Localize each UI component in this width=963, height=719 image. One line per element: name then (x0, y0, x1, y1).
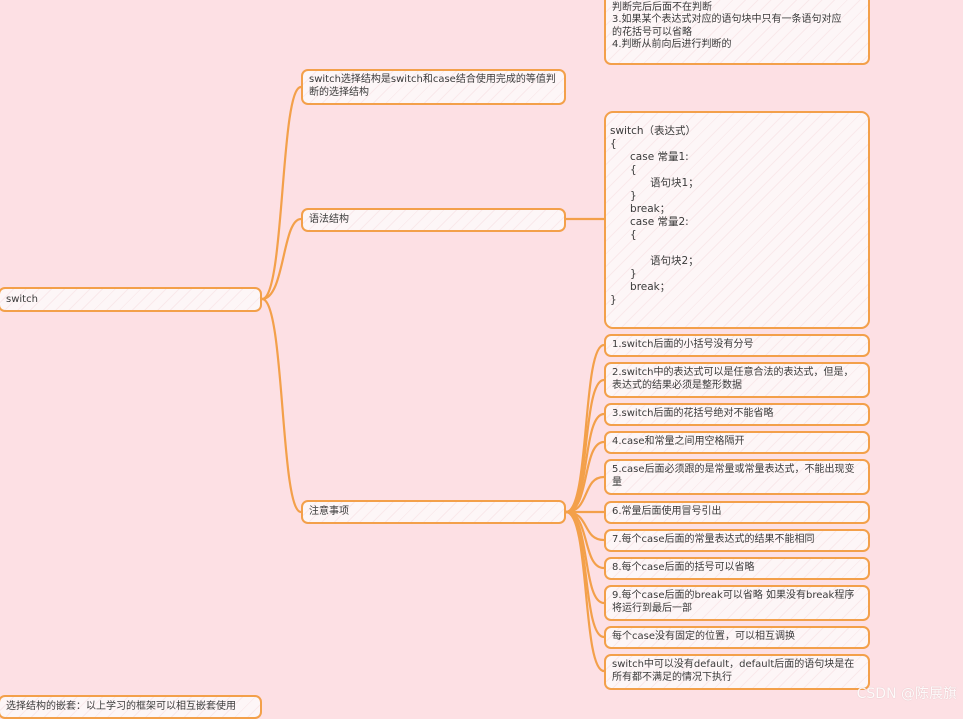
note-item[interactable]: 6.常量后面使用冒号引出 (604, 501, 870, 524)
syntax-code-node[interactable]: switch（表达式） { case 常量1: { 语句块1； } break；… (604, 111, 870, 329)
note-item[interactable]: 3.switch后面的花括号绝对不能省略 (604, 403, 870, 426)
note-item[interactable]: 8.每个case后面的括号可以省略 (604, 557, 870, 580)
top-partial-node[interactable]: 后面就不在判断，如果前面的不满足则判断下一个， 判断完后后面不在判断 3.如果某… (604, 0, 870, 65)
link-note-7 (564, 510, 606, 542)
branch-notes[interactable]: 注意事项 (301, 500, 566, 524)
branch-syntax[interactable]: 语法结构 (301, 208, 566, 232)
link-note-2 (564, 378, 606, 514)
bottom-node-nesting[interactable]: 选择结构的嵌套：以上学习的框架可以相互嵌套使用 (0, 695, 262, 719)
link-note-8 (564, 510, 606, 570)
link-note-11 (564, 510, 606, 673)
note-item[interactable]: 7.每个case后面的常量表达式的结果不能相同 (604, 529, 870, 552)
note-item[interactable]: switch中可以没有default，default后面的语句块是在所有都不满足… (604, 654, 870, 690)
link-note-1 (564, 343, 606, 514)
branch-definition[interactable]: switch选择结构是switch和case结合使用完成的等值判断的选择结构 (301, 69, 566, 105)
link-root-definition (260, 85, 303, 301)
link-note-9 (564, 510, 606, 605)
note-item[interactable]: 每个case没有固定的位置，可以相互调换 (604, 626, 870, 649)
link-root-syntax (260, 217, 303, 301)
note-item[interactable]: 5.case后面必须跟的是常量或常量表达式，不能出现变量 (604, 459, 870, 495)
note-item[interactable]: 2.switch中的表达式可以是任意合法的表达式，但是，表达式的结果必须是整形数… (604, 362, 870, 398)
mind-map-canvas: 后面就不在判断，如果前面的不满足则判断下一个， 判断完后后面不在判断 3.如果某… (0, 0, 963, 719)
csdn-watermark: CSDN @陈展旗 (856, 686, 957, 702)
link-note-10 (564, 510, 606, 639)
note-item[interactable]: 4.case和常量之间用空格隔开 (604, 431, 870, 454)
link-root-notes (260, 297, 303, 514)
link-note-4 (564, 440, 606, 514)
note-item[interactable]: 9.每个case后面的break可以省略 如果没有break程序将运行到最后一部 (604, 585, 870, 621)
root-node-switch[interactable]: switch (0, 287, 262, 312)
link-note-5 (564, 475, 606, 514)
note-item[interactable]: 1.switch后面的小括号没有分号 (604, 334, 870, 357)
link-note-3 (564, 412, 606, 514)
